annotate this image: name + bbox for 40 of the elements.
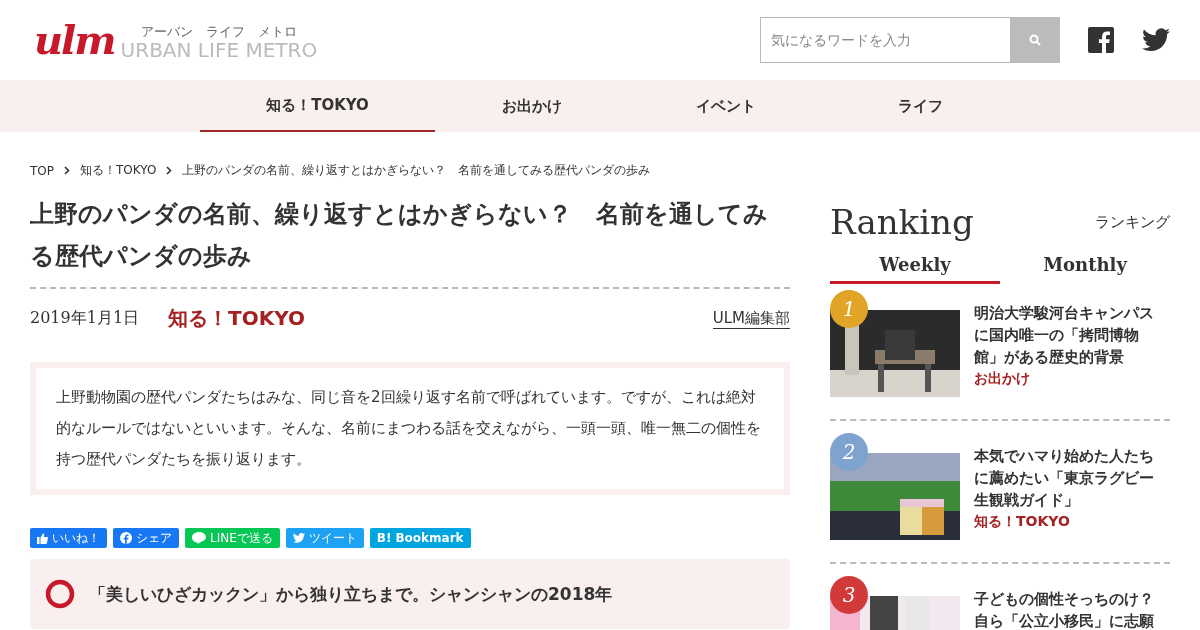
nav-tab[interactable]: イベント bbox=[629, 80, 823, 132]
search-icon bbox=[1029, 34, 1041, 46]
chevron-icon bbox=[166, 166, 173, 175]
breadcrumb-link[interactable]: TOP bbox=[30, 163, 54, 178]
nav-tab[interactable]: お出かけ bbox=[435, 80, 629, 132]
ranking-article-link[interactable]: 明治大学駿河台キャンパスに国内唯一の「拷問博物館」がある歴史的背景 bbox=[974, 302, 1164, 368]
rank-badge: 2 bbox=[830, 433, 868, 471]
chevron-icon bbox=[64, 166, 70, 175]
ranking-subtitle: ランキング bbox=[1095, 212, 1170, 232]
speech-bubble-icon bbox=[192, 532, 206, 544]
nav-tab[interactable]: 知る！TOKYO bbox=[200, 80, 435, 132]
share-button[interactable]: いいね！ bbox=[30, 528, 107, 548]
ranking-article-link[interactable]: 子どもの個性そっちのけ？自ら「公立小移民」に志願 bbox=[974, 588, 1164, 630]
ranking-category[interactable]: お出かけ bbox=[974, 370, 1164, 388]
section-heading: 「美しいひざカックン」から独り立ちまで。シャンシャンの2018年 bbox=[89, 582, 613, 606]
breadcrumb-link[interactable]: 上野のパンダの名前、繰り返すとはかぎらない？ 名前を通してみる歴代パンダの歩み bbox=[182, 162, 651, 179]
rank-badge: 3 bbox=[830, 576, 868, 614]
author-link[interactable]: ULM編集部 bbox=[712, 308, 790, 329]
logo-mark[interactable]: ulm bbox=[34, 20, 115, 60]
ranking-article-link[interactable]: 本気でハマり始めた人たちに薦めたい「東京ラグビー生観戦ガイド」 bbox=[974, 445, 1164, 511]
ring-icon bbox=[45, 579, 75, 609]
lead-text: 上野動物園の歴代パンダたちはみな、同じ音を2回繰り返す名前で呼ばれています。ですが、これは絶対的なルールではないといいます。そんな、名前にまつわる話を交えながら、一頭一頭、唯一無二の個性を持つ歴代パンダたちを振り返ります。 bbox=[56, 387, 762, 470]
bird-icon bbox=[292, 533, 305, 543]
ranking-title: Ranking bbox=[830, 202, 974, 242]
ranking-tab[interactable]: Weekly bbox=[830, 254, 1000, 284]
logo-reading: アーバン ライフ メトロ bbox=[140, 25, 297, 38]
facebook-icon bbox=[120, 532, 132, 544]
share-button[interactable]: シェア bbox=[113, 528, 179, 548]
rank-badge: 1 bbox=[830, 290, 868, 328]
search-field[interactable]: 気になるワードを入力 bbox=[760, 17, 1010, 63]
article-title: 上野のパンダの名前、繰り返すとはかぎらない？ 名前を通してみる歴代パンダの歩み bbox=[30, 193, 790, 289]
category-link[interactable]: 知る！TOKYO bbox=[168, 305, 305, 332]
thumbs-up-icon bbox=[37, 532, 48, 544]
ranking-tab[interactable]: Monthly bbox=[1000, 254, 1170, 284]
facebook-icon[interactable] bbox=[1088, 27, 1114, 53]
breadcrumb-link[interactable]: 知る！TOKYO bbox=[80, 162, 157, 179]
nav-tab[interactable]: ライフ bbox=[823, 80, 1017, 132]
twitter-icon[interactable] bbox=[1142, 28, 1170, 52]
ranking-category[interactable]: 知る！TOKYO bbox=[974, 513, 1164, 531]
article-date: 2019年1月1日 bbox=[30, 308, 141, 329]
